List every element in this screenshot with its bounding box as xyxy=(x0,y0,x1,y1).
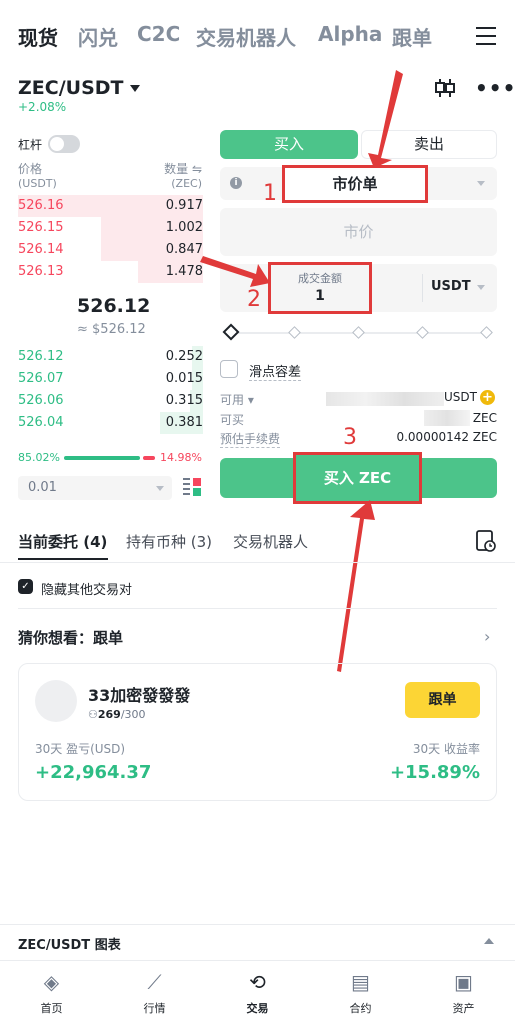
bottom-nav: ◈ 首页 ⟋ 行情 ⟲ 交易 ▤ 合约 ▣ 资产 xyxy=(0,960,515,1031)
divider xyxy=(18,608,497,609)
roi-value: +15.89% xyxy=(389,762,480,783)
tab-trading-bots[interactable]: 交易机器人 xyxy=(233,531,308,552)
nav-label: 行情 xyxy=(143,1002,166,1015)
nav-label: 资产 xyxy=(452,1002,475,1015)
followers-count: 269 xyxy=(97,708,121,721)
annotation-arrows xyxy=(200,70,403,672)
avatar xyxy=(35,680,77,722)
pnl-value: +22,964.37 xyxy=(35,762,152,783)
chart-toggle-label[interactable]: ZEC/USDT 图表 xyxy=(18,934,121,953)
follow-button[interactable]: 跟单 xyxy=(405,682,480,718)
nav-trade[interactable]: ⟲ 交易 xyxy=(206,961,309,1031)
annotation-arrow-1 xyxy=(368,70,403,168)
followers: ⚇269/300 xyxy=(88,708,146,721)
followers-cap: /300 xyxy=(120,708,146,721)
annotation-arrow-3 xyxy=(337,500,375,672)
nav-assets[interactable]: ▣ 资产 xyxy=(412,961,515,1031)
nav-market[interactable]: ⟋ 行情 xyxy=(103,961,206,1031)
hide-other-pairs-label[interactable]: 隐藏其他交易对 xyxy=(41,579,132,598)
suggest-label[interactable]: 猜你想看：跟单 xyxy=(18,627,123,648)
tab-holdings[interactable]: 持有币种 (3) xyxy=(126,531,212,552)
chevron-right-icon[interactable]: › xyxy=(484,627,490,646)
nav-label: 合约 xyxy=(349,1002,372,1015)
users-icon: ⚇ xyxy=(88,708,98,721)
order-history-icon[interactable] xyxy=(476,530,496,552)
divider xyxy=(0,562,515,563)
wallet-icon: ▣ xyxy=(454,970,473,994)
active-tab-indicator xyxy=(18,558,108,560)
market-icon: ⟋ xyxy=(147,970,162,994)
chevron-up-icon[interactable] xyxy=(484,938,494,944)
trader-name: 33加密發發發 xyxy=(88,686,191,705)
nav-futures[interactable]: ▤ 合约 xyxy=(309,961,412,1031)
pnl-label: 30天 盈亏(USD) xyxy=(35,742,126,756)
annotation-arrow-2 xyxy=(200,256,270,287)
futures-icon: ▤ xyxy=(351,970,370,994)
home-icon: ◈ xyxy=(43,970,60,994)
divider xyxy=(0,924,515,925)
roi-label: 30天 收益率 xyxy=(412,742,480,756)
nav-label: 交易 xyxy=(246,1002,269,1015)
nav-home[interactable]: ◈ 首页 xyxy=(0,961,103,1031)
tab-current-orders[interactable]: 当前委托 (4) xyxy=(18,531,107,552)
trade-icon: ⟲ xyxy=(249,970,266,994)
nav-label: 首页 xyxy=(40,1002,63,1015)
trader-card[interactable]: 33加密發發發 ⚇269/300 跟单 30天 盈亏(USD) +22,964.… xyxy=(18,663,497,801)
checkbox-checked-icon[interactable]: ✓ xyxy=(18,579,33,594)
